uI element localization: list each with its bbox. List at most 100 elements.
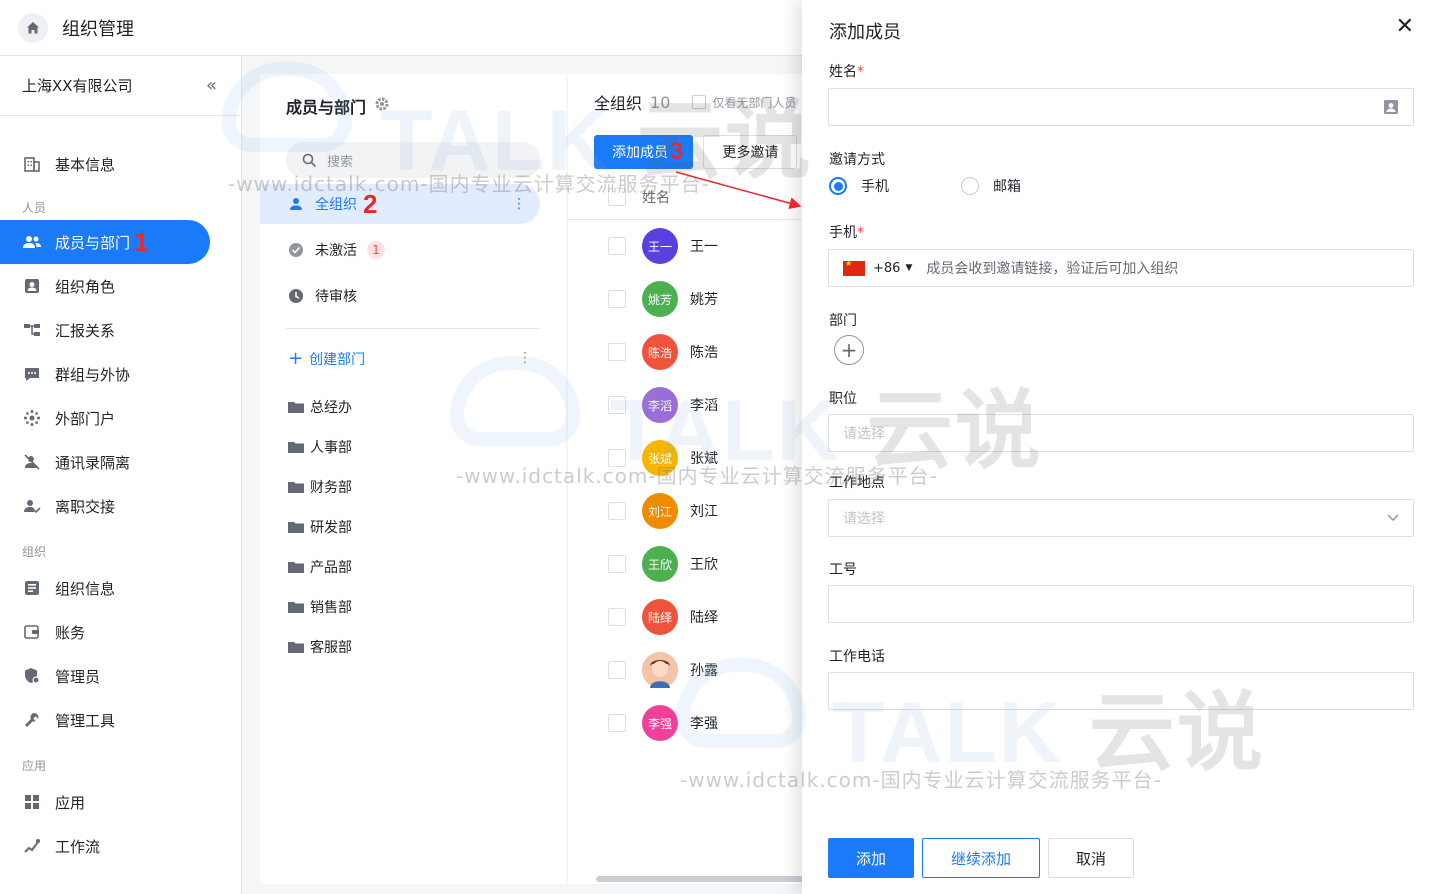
sidebar-item-label: 组织角色 [55, 277, 116, 296]
employee-no-input[interactable] [828, 585, 1414, 623]
work-phone-input[interactable] [828, 672, 1414, 710]
sidebar-item-reporting[interactable]: 汇报关系 [0, 308, 241, 352]
home-button[interactable] [18, 12, 48, 43]
more-invite-button[interactable]: 更多邀请 [703, 135, 798, 169]
radio-phone[interactable] [829, 177, 847, 195]
add-department-button[interactable]: + [834, 335, 864, 365]
member-row[interactable]: 张斌 张斌 [568, 432, 808, 485]
document-icon [22, 578, 42, 598]
department-item[interactable]: 人事部 [260, 427, 566, 467]
member-row[interactable]: 李滔 李滔 [568, 379, 808, 432]
sidebar-item-groups[interactable]: 群组与外协 [0, 352, 241, 396]
member-name: 李滔 [690, 398, 718, 414]
filter-pending[interactable]: 待审核 [260, 276, 566, 316]
department-item[interactable]: 研发部 [260, 507, 566, 547]
inactive-count-badge: 1 [367, 241, 385, 259]
only-no-dept-checkbox[interactable]: 仅看无部门人员 [692, 94, 796, 111]
sidebar-item-external-portal[interactable]: 外部门户 [0, 396, 241, 440]
contact-card-icon[interactable] [1383, 99, 1399, 115]
member-row-checkbox[interactable] [608, 343, 626, 361]
member-row[interactable]: 孙露 [568, 644, 808, 697]
sidebar-item-billing[interactable]: 账务 [0, 610, 241, 654]
drawer-footer: 添加 继续添加 取消 [828, 838, 1134, 878]
check-circle-icon [288, 242, 304, 258]
sidebar-item-members-departments[interactable]: 成员与部门 1 [0, 220, 210, 264]
sidebar-item-offboarding[interactable]: 离职交接 [0, 484, 241, 528]
position-field-label: 职位 [829, 391, 857, 407]
member-row-checkbox[interactable] [608, 661, 626, 679]
member-row[interactable]: 姚芳 姚芳 [568, 273, 808, 326]
member-row-checkbox[interactable] [608, 237, 626, 255]
phone-input[interactable]: +86 ▼ 成员会收到邀请链接，验证后可加入组织 [828, 249, 1414, 287]
collapse-icon[interactable]: « [206, 75, 217, 96]
checkbox-box [692, 95, 707, 109]
continue-add-button[interactable]: 继续添加 [922, 838, 1040, 878]
select-all-checkbox[interactable] [608, 187, 626, 206]
add-button[interactable]: 添加 [828, 838, 914, 878]
member-row-checkbox[interactable] [608, 290, 626, 308]
sidebar-item-org-info[interactable]: 组织信息 [0, 566, 241, 610]
member-name: 陈浩 [690, 345, 718, 361]
member-row[interactable]: 王一 王一 [568, 220, 808, 273]
search-icon [302, 153, 317, 167]
sidebar-item-contact-isolation[interactable]: 通讯录隔离 [0, 440, 241, 484]
member-row-checkbox[interactable] [608, 449, 626, 467]
horizontal-scrollbar[interactable] [596, 876, 806, 882]
close-icon[interactable]: ✕ [1396, 14, 1414, 39]
department-item[interactable]: 财务部 [260, 467, 566, 507]
department-item[interactable]: 客服部 [260, 627, 566, 667]
sidebar-item-basic-info[interactable]: 基本信息 [0, 142, 241, 186]
department-search-input[interactable]: 搜索 [286, 142, 540, 178]
member-row-checkbox[interactable] [608, 555, 626, 573]
sidebar-item-apps[interactable]: 应用 [0, 780, 241, 824]
add-member-button[interactable]: 添加成员 3 [594, 135, 694, 169]
avatar: 姚芳 [642, 281, 678, 317]
position-select[interactable]: 请选择 [828, 414, 1414, 452]
department-name: 销售部 [310, 600, 352, 616]
avatar: 张斌 [642, 440, 678, 476]
member-row-checkbox[interactable] [608, 502, 626, 520]
location-select[interactable]: 请选择 [828, 499, 1414, 537]
filter-inactive[interactable]: 未激活 1 [260, 230, 566, 270]
member-row[interactable]: 刘江 刘江 [568, 485, 808, 538]
gear-icon[interactable] [374, 96, 390, 116]
required-mark: * [857, 225, 864, 241]
location-placeholder: 请选择 [843, 511, 885, 527]
department-item[interactable]: 销售部 [260, 587, 566, 627]
member-list: 王一 王一 姚芳 姚芳 陈浩 陈浩 李滔 李滔 张斌 张斌 刘江 刘江 王欣 王欣 陆绎 陆绎 孙露 李强 李强 [568, 220, 808, 750]
avatar [642, 652, 678, 688]
more-vertical-icon[interactable]: ⋮ [518, 350, 532, 366]
department-item[interactable]: 产品部 [260, 547, 566, 587]
country-code-select[interactable]: +86 ▼ [843, 259, 912, 276]
member-row-checkbox[interactable] [608, 396, 626, 414]
member-name: 陆绎 [690, 610, 718, 626]
avatar: 陆绎 [642, 599, 678, 635]
sidebar-item-admin-tools[interactable]: 管理工具 [0, 698, 241, 742]
wallet-icon [22, 622, 42, 642]
member-row-checkbox[interactable] [608, 608, 626, 626]
department-item[interactable]: 总经办 [260, 387, 566, 427]
name-input[interactable] [828, 88, 1414, 126]
sidebar-item-label: 管理员 [55, 667, 101, 686]
radio-email[interactable] [961, 177, 979, 195]
sidebar-item-org-roles[interactable]: 组织角色 [0, 264, 241, 308]
create-department-button[interactable]: + 创建部门 ⋮ [260, 329, 566, 387]
cancel-button[interactable]: 取消 [1048, 838, 1134, 878]
person-icon [288, 196, 304, 212]
sidebar-item-admins[interactable]: 管理员 [0, 654, 241, 698]
filter-label: 待审核 [315, 289, 357, 305]
folder-icon [288, 642, 304, 653]
radio-email-label: 邮箱 [993, 179, 1021, 195]
more-vertical-icon[interactable]: ⋮ [512, 196, 526, 212]
filter-all-org[interactable]: 全组织 2 ⋮ [260, 184, 540, 224]
company-switcher[interactable]: 上海XX有限公司 « [0, 56, 241, 116]
member-row[interactable]: 陈浩 陈浩 [568, 326, 808, 379]
member-row[interactable]: 陆绎 陆绎 [568, 591, 808, 644]
member-row-checkbox[interactable] [608, 714, 626, 732]
member-row[interactable]: 王欣 王欣 [568, 538, 808, 591]
member-name: 王欣 [690, 557, 718, 573]
avatar: 王一 [642, 228, 678, 264]
sidebar-item-workflow[interactable]: 工作流 [0, 824, 241, 868]
member-row[interactable]: 李强 李强 [568, 697, 808, 750]
department-name: 财务部 [310, 480, 352, 496]
